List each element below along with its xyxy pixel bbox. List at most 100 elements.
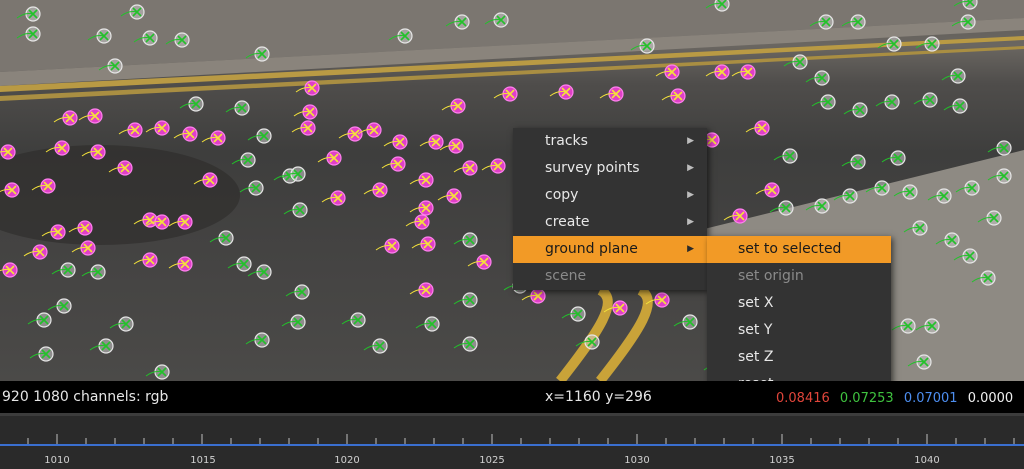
track-marker[interactable]: [941, 68, 966, 84]
track-marker[interactable]: [843, 102, 868, 118]
menu-item-scene[interactable]: scene: [513, 263, 707, 290]
track-marker[interactable]: [705, 64, 730, 80]
track-marker[interactable]: [0, 144, 16, 160]
track-marker[interactable]: [599, 86, 624, 102]
track-marker[interactable]: [415, 316, 440, 332]
track-marker[interactable]: [247, 264, 272, 280]
track-marker[interactable]: [293, 104, 318, 120]
track-marker[interactable]: [453, 336, 478, 352]
track-marker[interactable]: [225, 100, 250, 116]
track-marker[interactable]: [173, 126, 198, 142]
menu-item-set-origin[interactable]: set origin: [707, 263, 891, 290]
track-marker[interactable]: [363, 182, 388, 198]
track-marker[interactable]: [247, 128, 272, 144]
track-marker[interactable]: [109, 316, 134, 332]
track-marker[interactable]: [283, 202, 308, 218]
track-marker[interactable]: [321, 190, 346, 206]
track-marker[interactable]: [383, 134, 408, 150]
track-marker[interactable]: [493, 86, 518, 102]
track-marker[interactable]: [317, 150, 342, 166]
track-marker[interactable]: [453, 232, 478, 248]
track-marker[interactable]: [437, 188, 462, 204]
track-marker[interactable]: [0, 262, 18, 278]
track-marker[interactable]: [341, 312, 366, 328]
track-marker[interactable]: [78, 108, 103, 124]
menu-item-survey-points[interactable]: survey points ▶: [513, 155, 707, 182]
track-marker[interactable]: [363, 338, 388, 354]
track-marker[interactable]: [133, 252, 158, 268]
track-marker[interactable]: [419, 134, 444, 150]
track-marker[interactable]: [549, 84, 574, 100]
track-marker[interactable]: [47, 298, 72, 314]
track-marker[interactable]: [53, 110, 78, 126]
track-marker[interactable]: [145, 364, 170, 380]
track-marker[interactable]: [245, 332, 270, 348]
track-marker[interactable]: [239, 180, 264, 196]
menu-item-set-x[interactable]: set X: [707, 290, 891, 317]
track-marker[interactable]: [875, 94, 900, 110]
track-marker[interactable]: [783, 54, 808, 70]
menu-item-label: tracks: [545, 133, 588, 149]
viewer-canvas[interactable]: tracks ▶ survey points ▶ copy ▶ create ▶…: [0, 0, 1024, 381]
track-marker[interactable]: [481, 158, 506, 174]
track-marker[interactable]: [805, 70, 830, 86]
track-marker[interactable]: [881, 150, 906, 166]
menu-item-copy[interactable]: copy ▶: [513, 182, 707, 209]
menu-item-set-y[interactable]: set Y: [707, 317, 891, 344]
track-marker[interactable]: [943, 98, 968, 114]
track-marker[interactable]: [281, 314, 306, 330]
track-marker[interactable]: [987, 140, 1012, 156]
track-marker[interactable]: [841, 154, 866, 170]
menu-item-label: set X: [738, 295, 774, 311]
track-marker[interactable]: [773, 148, 798, 164]
track-marker[interactable]: [51, 262, 76, 278]
menu-item-ground-plane[interactable]: ground plane ▶: [513, 236, 707, 263]
track-marker[interactable]: [168, 256, 193, 272]
timeline[interactable]: 1010 1015 1020 1025 1030 1035 1040: [0, 413, 1024, 469]
menu-item-label: set Z: [738, 349, 774, 365]
track-marker[interactable]: [227, 256, 252, 272]
track-marker[interactable]: [179, 96, 204, 112]
track-marker[interactable]: [145, 120, 170, 136]
menu-item-reset[interactable]: reset: [707, 371, 891, 381]
track-marker[interactable]: [285, 284, 310, 300]
timeline-range-bar[interactable]: [0, 444, 1024, 446]
track-marker[interactable]: [723, 208, 748, 224]
track-marker[interactable]: [29, 346, 54, 362]
track-marker[interactable]: [453, 292, 478, 308]
track-marker[interactable]: [27, 312, 52, 328]
track-marker[interactable]: [89, 338, 114, 354]
frame-label: 1040: [914, 455, 940, 466]
track-marker[interactable]: [913, 92, 938, 108]
menu-item-set-z[interactable]: set Z: [707, 344, 891, 371]
menu-item-create[interactable]: create ▶: [513, 209, 707, 236]
track-marker[interactable]: [453, 160, 478, 176]
track-marker[interactable]: [381, 156, 406, 172]
track-marker[interactable]: [409, 200, 434, 216]
track-marker[interactable]: [409, 282, 434, 298]
track-marker[interactable]: [81, 264, 106, 280]
track-marker[interactable]: [731, 64, 756, 80]
track-marker[interactable]: [291, 120, 316, 136]
track-marker[interactable]: [811, 94, 836, 110]
track-marker[interactable]: [409, 172, 434, 188]
track-marker[interactable]: [23, 244, 48, 260]
menu-item-set-to-selected[interactable]: set to selected: [707, 236, 891, 263]
context-menu: tracks ▶ survey points ▶ copy ▶ create ▶…: [513, 128, 707, 290]
track-marker[interactable]: [118, 122, 143, 138]
track-marker[interactable]: [441, 98, 466, 114]
track-marker[interactable]: [411, 236, 436, 252]
track-marker[interactable]: [375, 238, 400, 254]
track-marker[interactable]: [231, 152, 256, 168]
menu-item-tracks[interactable]: tracks ▶: [513, 128, 707, 155]
track-marker[interactable]: [755, 182, 780, 198]
track-marker[interactable]: [661, 88, 686, 104]
track-marker[interactable]: [561, 306, 586, 322]
track-marker[interactable]: [201, 130, 226, 146]
track-marker[interactable]: [467, 254, 492, 270]
track-marker[interactable]: [405, 214, 430, 230]
track-marker[interactable]: [673, 314, 698, 330]
track-marker[interactable]: [745, 120, 770, 136]
track-marker[interactable]: [575, 334, 600, 350]
track-marker[interactable]: [209, 230, 234, 246]
